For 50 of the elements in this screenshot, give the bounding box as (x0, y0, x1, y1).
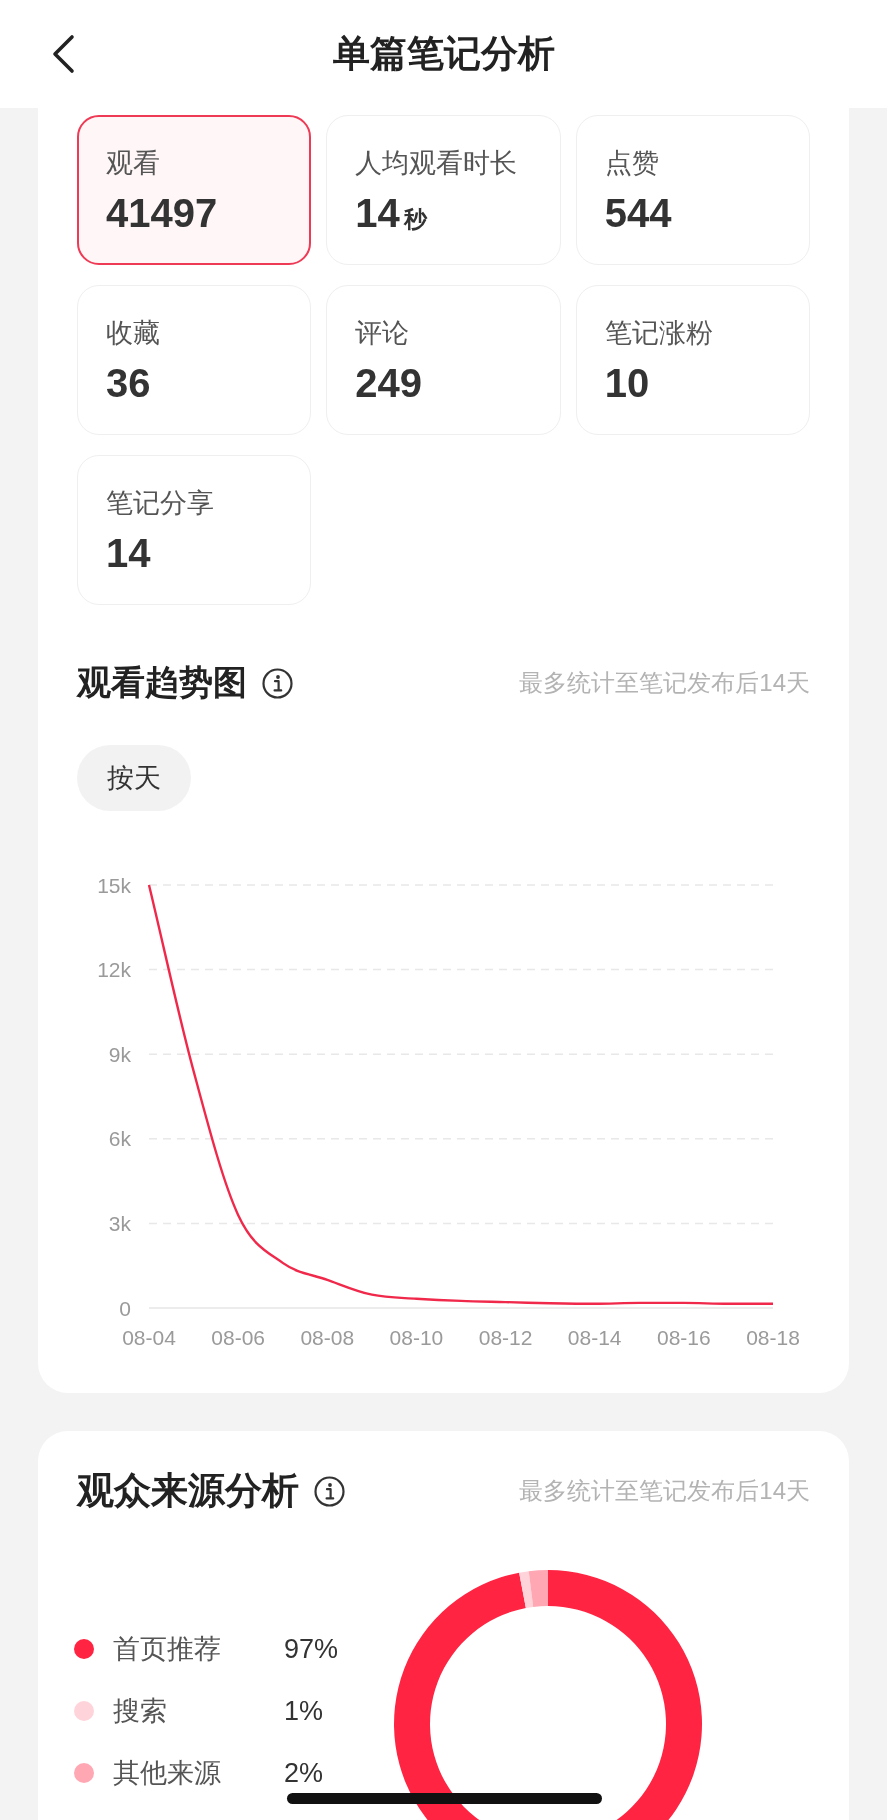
stat-value: 41497 (106, 190, 219, 237)
stat-label: 观看 (106, 147, 161, 180)
stat-card[interactable]: 点赞 544 (575, 115, 810, 265)
back-icon[interactable] (51, 34, 75, 74)
stat-card[interactable]: 收藏 36 (77, 285, 312, 435)
y-axis-label: 9k (108, 1042, 131, 1066)
y-axis-label: 6k (108, 1127, 131, 1151)
x-axis-label: 08-14 (567, 1325, 622, 1349)
y-axis-label: 15k (97, 873, 131, 897)
x-axis-label: 08-12 (478, 1325, 533, 1349)
stat-card[interactable]: 观看 41497 (77, 115, 312, 265)
stat-card[interactable]: 笔记涨粉 10 (575, 285, 810, 435)
stat-value: 10 (604, 360, 651, 407)
info-icon[interactable] (314, 1475, 345, 1507)
legend-percent: 1% (284, 1695, 324, 1727)
stat-value: 36 (106, 360, 152, 407)
x-axis-label: 08-06 (211, 1325, 265, 1349)
x-axis-label: 08-04 (122, 1325, 176, 1349)
stat-label: 人均观看时长 (355, 147, 519, 180)
section-note: 最多统计至笔记发布后14天 (519, 668, 810, 698)
stat-value: 14秒 (355, 190, 429, 237)
legend-percent: 97% (284, 1633, 339, 1665)
stat-label: 收藏 (106, 317, 161, 350)
legend-percent: 2% (284, 1757, 324, 1789)
section-title: 观看趋势图 (77, 662, 247, 703)
legend-label: 搜索 (113, 1695, 168, 1728)
stat-card[interactable]: 笔记分享 14 (77, 455, 312, 605)
stat-card[interactable]: 人均观看时长 14秒 (326, 115, 561, 265)
stat-value: 14 (106, 530, 152, 577)
section-note: 最多统计至笔记发布后14天 (519, 1476, 810, 1506)
x-axis-label: 08-18 (746, 1325, 800, 1349)
info-icon[interactable] (262, 667, 293, 699)
stat-label: 点赞 (604, 147, 660, 180)
filter-chip[interactable]: 按天 (77, 745, 191, 811)
stat-label: 笔记分享 (106, 487, 215, 520)
page-title: 单篇笔记分析 (332, 32, 555, 76)
x-axis-label: 08-10 (389, 1325, 444, 1349)
stat-label: 评论 (355, 317, 411, 350)
stat-label: 笔记涨粉 (604, 317, 714, 350)
y-axis-label: 0 (119, 1296, 131, 1320)
section-title: 观众来源分析 (77, 1469, 299, 1513)
stat-card[interactable]: 评论 249 (326, 285, 561, 435)
x-axis-label: 08-16 (657, 1325, 711, 1349)
stat-value: 249 (355, 360, 424, 407)
x-axis-label: 08-08 (300, 1325, 355, 1349)
legend-label: 其他来源 (113, 1757, 222, 1790)
stat-value: 544 (604, 190, 673, 237)
legend-label: 首页推荐 (113, 1633, 222, 1666)
y-axis-label: 12k (97, 958, 131, 982)
y-axis-label: 3k (108, 1211, 131, 1235)
